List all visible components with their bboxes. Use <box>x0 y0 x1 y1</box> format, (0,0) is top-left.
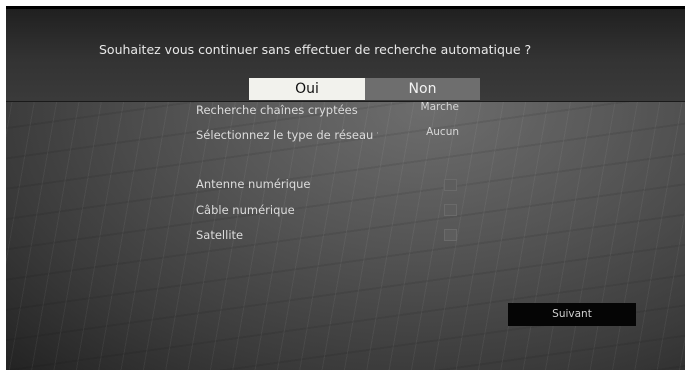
encrypted-search-label: Recherche chaînes cryptées <box>196 103 358 117</box>
network-type-value[interactable]: Aucun <box>409 126 459 138</box>
dialog-question: Souhaitez vous continuer sans effectuer … <box>99 42 532 57</box>
source-checkbox-cable[interactable] <box>444 204 457 216</box>
source-checkbox-antenna[interactable] <box>444 179 457 191</box>
next-button[interactable]: Suivant <box>508 303 636 326</box>
network-type-label: Sélectionnez le type de réseau favori <box>196 128 378 142</box>
yes-button[interactable]: Oui <box>249 78 365 100</box>
source-label-cable: Câble numérique <box>196 203 295 217</box>
source-label-antenna: Antenne numérique <box>196 177 311 191</box>
tv-setup-screen: Souhaitez vous continuer sans effectuer … <box>6 6 685 370</box>
no-button[interactable]: Non <box>365 78 480 100</box>
encrypted-search-value[interactable]: Marche <box>409 101 459 113</box>
confirmation-dialog: Souhaitez vous continuer sans effectuer … <box>6 9 685 102</box>
source-label-satellite: Satellite <box>196 228 244 242</box>
source-checkbox-satellite[interactable] <box>444 229 457 241</box>
